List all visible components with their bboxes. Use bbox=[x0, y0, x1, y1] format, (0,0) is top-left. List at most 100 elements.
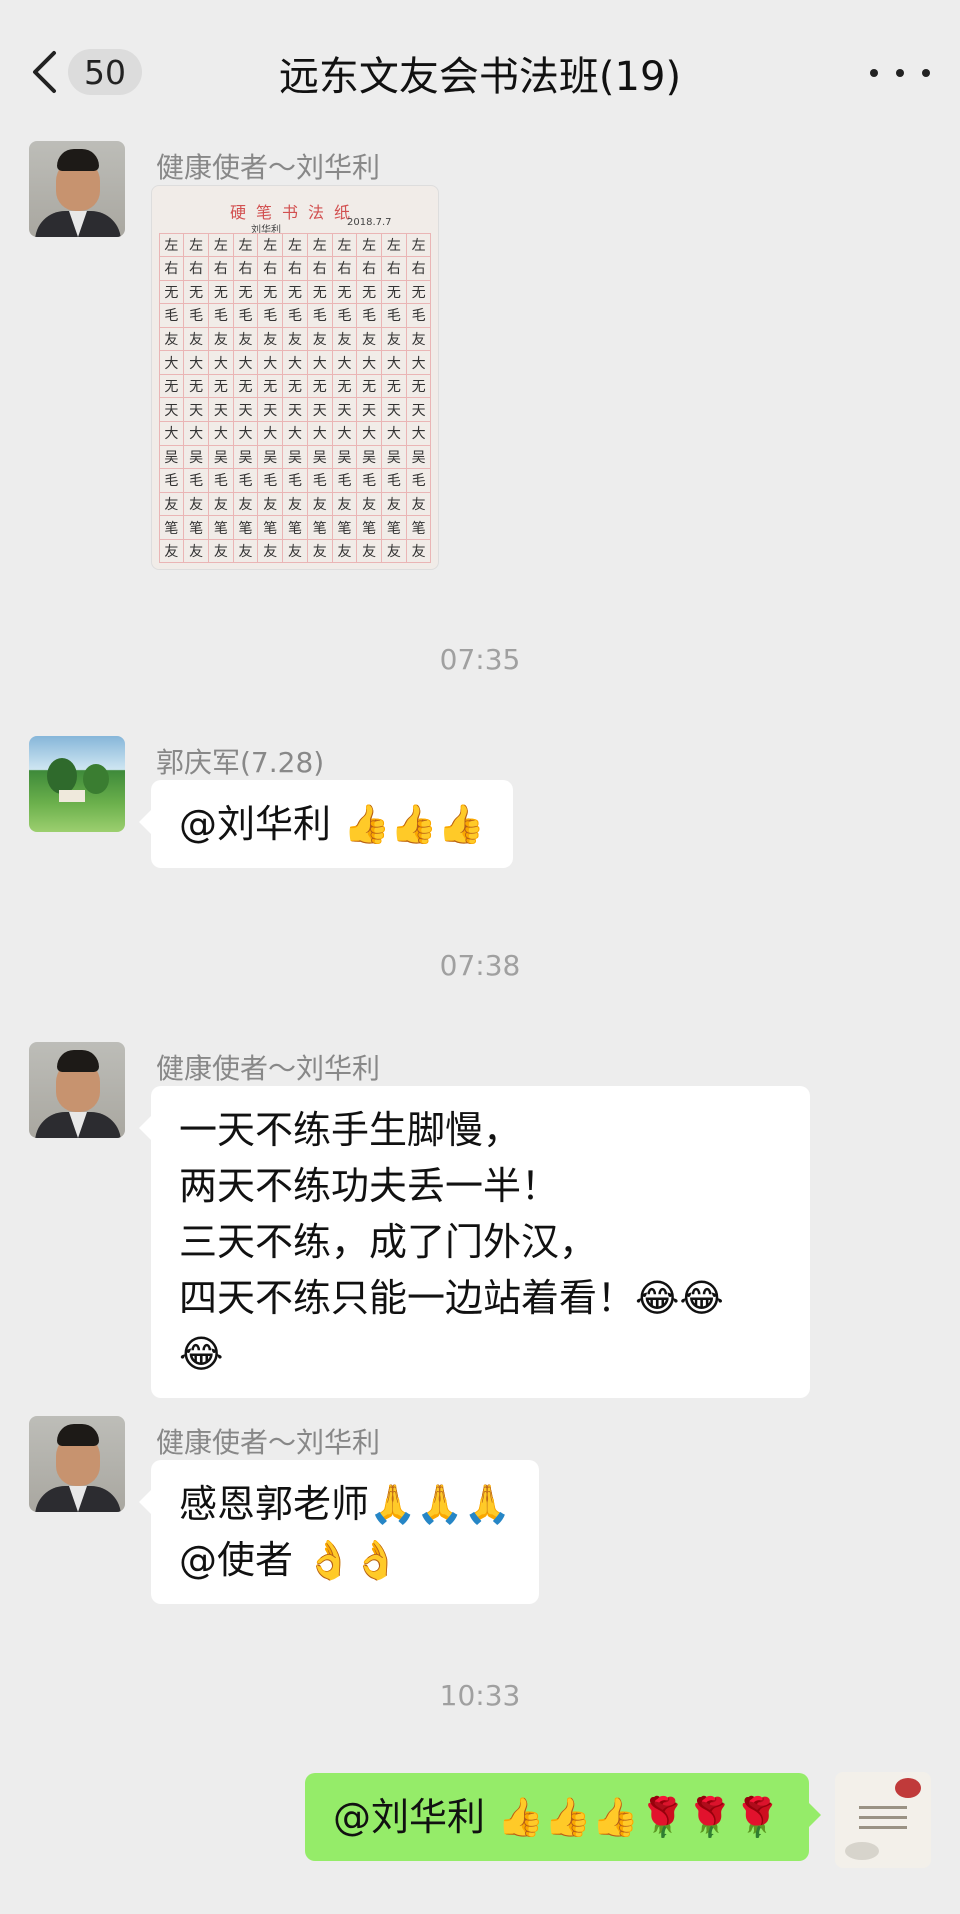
practice-cell: 笔 bbox=[158, 515, 185, 540]
practice-cell: 笔 bbox=[381, 515, 407, 540]
practice-cell: 大 bbox=[381, 421, 407, 446]
practice-cell: 友 bbox=[381, 491, 407, 517]
practice-cell: 笔 bbox=[183, 515, 209, 540]
practice-cell: 友 bbox=[356, 326, 383, 352]
practice-cell: 毛 bbox=[356, 468, 383, 493]
practice-cell: 友 bbox=[356, 491, 383, 517]
practice-cell: 友 bbox=[405, 326, 432, 352]
practice-cell: 无 bbox=[232, 279, 259, 305]
practice-cell: 友 bbox=[306, 538, 333, 564]
practice-cell: 友 bbox=[183, 491, 209, 517]
sender-name: 健康使者～刘华利 bbox=[156, 151, 381, 184]
dot-icon bbox=[922, 69, 930, 77]
practice-cell: 吴 bbox=[207, 444, 234, 470]
practice-cell: 友 bbox=[232, 538, 259, 564]
sheet-title: 硬笔书法纸 bbox=[229, 203, 360, 222]
practice-cell: 大 bbox=[282, 421, 308, 446]
practice-cell: 无 bbox=[306, 373, 333, 399]
avatar[interactable] bbox=[29, 736, 125, 832]
practice-cell: 天 bbox=[183, 397, 209, 423]
practice-cell: 无 bbox=[257, 279, 284, 305]
avatar[interactable] bbox=[29, 1042, 125, 1138]
practice-cell: 毛 bbox=[381, 468, 407, 493]
dot-icon bbox=[870, 69, 878, 77]
practice-cell: 吴 bbox=[306, 444, 333, 470]
self-message-bubble[interactable]: @刘华利 👍👍👍🌹🌹🌹 bbox=[305, 1773, 821, 1861]
practice-cell: 友 bbox=[331, 538, 358, 564]
practice-cell: 吴 bbox=[158, 444, 185, 470]
avatar-photo bbox=[835, 1772, 931, 1868]
practice-cell: 友 bbox=[282, 538, 308, 564]
practice-cell: 大 bbox=[207, 421, 234, 446]
message-line: 四天不练只能一边站着看！😂😂 bbox=[179, 1276, 724, 1320]
practice-cell: 友 bbox=[356, 538, 383, 564]
practice-cell: 友 bbox=[306, 491, 333, 517]
calligraphy-practice-image[interactable]: 硬笔书法纸 刘华利 2018.7.7 左左左左左左左左左左左右右右右右右右右右右… bbox=[151, 185, 439, 570]
practice-cell: 友 bbox=[257, 326, 284, 352]
self-avatar[interactable] bbox=[835, 1772, 931, 1868]
more-options-button[interactable] bbox=[870, 48, 930, 98]
message-bubble[interactable]: 一天不练手生脚慢， 两天不练功夫丢一半！ 三天不练，成了门外汉， 四天不练只能一… bbox=[139, 1086, 810, 1398]
practice-cell: 友 bbox=[257, 491, 284, 517]
message-line: 三天不练，成了门外汉， bbox=[179, 1220, 598, 1264]
practice-cell: 左 bbox=[232, 232, 259, 258]
practice-cell: 友 bbox=[381, 538, 407, 564]
practice-cell: 天 bbox=[232, 397, 259, 423]
sender-name: 健康使者～刘华利 bbox=[156, 1426, 381, 1459]
practice-cell: 右 bbox=[257, 256, 284, 281]
practice-cell: 天 bbox=[381, 397, 407, 423]
practice-cell: 天 bbox=[306, 397, 333, 423]
practice-cell: 无 bbox=[207, 279, 234, 305]
practice-cell: 大 bbox=[405, 421, 432, 446]
practice-cell: 无 bbox=[331, 373, 358, 399]
practice-cell: 毛 bbox=[331, 303, 358, 328]
practice-cell: 左 bbox=[356, 232, 383, 258]
practice-cell: 右 bbox=[356, 256, 383, 281]
practice-cell: 吴 bbox=[381, 444, 407, 470]
practice-cell: 毛 bbox=[306, 468, 333, 493]
practice-cell: 天 bbox=[257, 397, 284, 423]
practice-cell: 毛 bbox=[207, 303, 234, 328]
practice-cell: 友 bbox=[207, 326, 234, 352]
practice-cell: 友 bbox=[381, 326, 407, 352]
practice-cell: 友 bbox=[232, 491, 259, 517]
practice-cell: 左 bbox=[183, 232, 209, 258]
practice-cell: 无 bbox=[282, 279, 308, 305]
avatar[interactable] bbox=[29, 1416, 125, 1512]
practice-cell: 毛 bbox=[183, 468, 209, 493]
practice-cell: 天 bbox=[207, 397, 234, 423]
practice-cell: 友 bbox=[207, 491, 234, 517]
practice-cell: 笔 bbox=[356, 515, 383, 540]
practice-cell: 无 bbox=[257, 373, 284, 399]
practice-cell: 吴 bbox=[282, 444, 308, 470]
practice-cell: 无 bbox=[158, 373, 185, 399]
practice-cell: 右 bbox=[306, 256, 333, 281]
practice-cell: 友 bbox=[282, 326, 308, 352]
practice-cell: 左 bbox=[207, 232, 234, 258]
message-bubble[interactable]: @刘华利 👍👍👍 bbox=[138, 780, 514, 868]
practice-cell: 大 bbox=[257, 350, 284, 375]
practice-cell: 右 bbox=[232, 256, 259, 281]
practice-cell: 大 bbox=[356, 421, 383, 446]
practice-cell: 笔 bbox=[257, 515, 284, 540]
practice-cell: 天 bbox=[405, 397, 432, 423]
message-line: 😂 bbox=[179, 1332, 224, 1376]
practice-cell: 大 bbox=[183, 421, 209, 446]
practice-cell: 笔 bbox=[306, 515, 333, 540]
practice-cell: 友 bbox=[331, 326, 358, 352]
practice-cell: 天 bbox=[158, 397, 185, 423]
practice-cell: 毛 bbox=[381, 303, 407, 328]
practice-cell: 吴 bbox=[331, 444, 358, 470]
message-line: 两天不练功夫丢一半！ bbox=[179, 1164, 560, 1208]
practice-cell: 友 bbox=[405, 538, 432, 564]
practice-cell: 右 bbox=[405, 256, 432, 281]
practice-cell: 毛 bbox=[158, 303, 185, 328]
practice-cell: 右 bbox=[158, 256, 185, 281]
practice-cell: 无 bbox=[381, 279, 407, 305]
practice-cell: 友 bbox=[232, 326, 259, 352]
practice-cell: 大 bbox=[207, 350, 234, 375]
practice-cell: 毛 bbox=[405, 468, 432, 493]
message-bubble[interactable]: 感恩郭老师🙏🙏🙏 @使者 👌👌 bbox=[139, 1460, 539, 1604]
avatar[interactable] bbox=[29, 141, 125, 237]
practice-cell: 友 bbox=[282, 491, 308, 517]
